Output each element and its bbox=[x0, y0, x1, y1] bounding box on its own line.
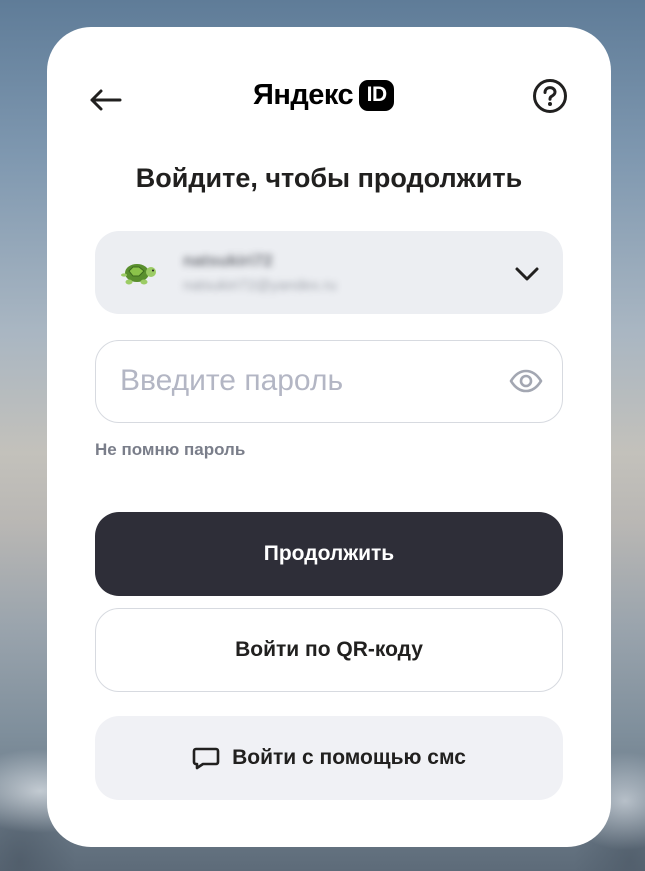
yandex-id-logo: Яндекс ID bbox=[253, 77, 395, 113]
account-name: natsukiri72 bbox=[183, 251, 273, 270]
arrow-left-icon bbox=[90, 89, 122, 111]
continue-button[interactable]: Продолжить bbox=[95, 512, 563, 596]
show-password-button[interactable] bbox=[508, 365, 544, 397]
sms-login-button-label: Войти с помощью смс bbox=[232, 746, 466, 769]
question-circle-icon bbox=[533, 79, 567, 113]
chevron-down-icon bbox=[513, 260, 541, 288]
continue-button-label: Продолжить bbox=[263, 542, 395, 565]
help-button[interactable] bbox=[531, 77, 569, 115]
forgot-password-link[interactable]: Не помню пароль bbox=[95, 440, 245, 460]
sms-login-button[interactable]: Войти с помощью смс bbox=[95, 716, 563, 800]
password-field bbox=[95, 340, 563, 423]
account-selector[interactable]: natsukiri72 natsukiri72@yandex.ru bbox=[95, 231, 563, 314]
page-title: Войдите, чтобы продолжить bbox=[135, 163, 523, 193]
account-email: natsukiri72@yandex.ru bbox=[183, 277, 337, 294]
login-card: Яндекс ID Войдите, чтобы продолжить nats… bbox=[47, 27, 611, 847]
qr-login-button[interactable]: Войти по QR-коду bbox=[95, 608, 563, 692]
back-button[interactable] bbox=[87, 82, 123, 118]
avatar bbox=[119, 253, 159, 293]
password-input[interactable] bbox=[120, 351, 500, 411]
eye-icon bbox=[509, 369, 543, 393]
message-icon bbox=[192, 746, 220, 770]
logo-id-badge: ID bbox=[359, 79, 395, 111]
turtle-icon bbox=[121, 264, 156, 285]
logo-text: Яндекс bbox=[253, 79, 354, 111]
qr-login-button-label: Войти по QR-коду bbox=[235, 638, 423, 661]
